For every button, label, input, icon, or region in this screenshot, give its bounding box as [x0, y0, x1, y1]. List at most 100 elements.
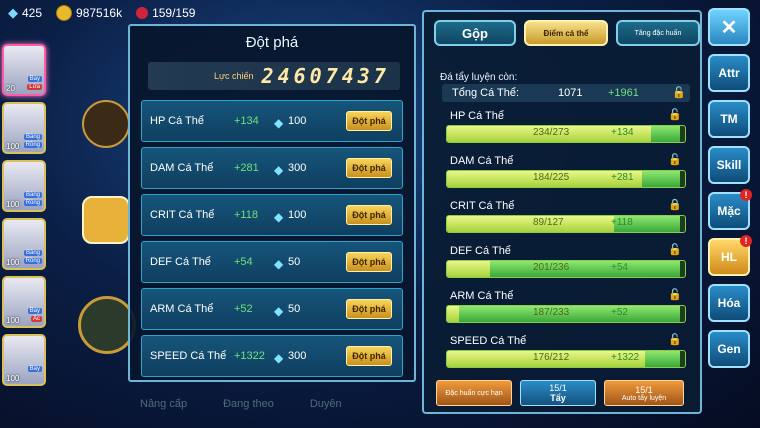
- stat-current: 176/212: [533, 352, 570, 363]
- stat-bonus: +54: [611, 262, 628, 273]
- side-button-label: Attr: [718, 66, 740, 80]
- stat-item: CRIT Cá Thể 🔒 89/127 +118: [440, 198, 690, 243]
- stat-bar: 184/225 +281: [446, 170, 686, 188]
- gold-value: 987516k: [76, 6, 123, 20]
- stat-current: 184/225: [533, 172, 570, 183]
- dialog-title: Đột phá: [245, 34, 299, 51]
- side-button-tm[interactable]: TM: [708, 100, 750, 138]
- close-button[interactable]: ✕: [708, 8, 750, 46]
- type-tag: Lửa: [27, 84, 42, 90]
- gem-counter: ◆ 425: [8, 5, 42, 21]
- auto-wash-label: Auto tẩy luyện: [621, 394, 667, 402]
- side-button-attr[interactable]: Attr: [708, 54, 750, 92]
- stat-delta: +134: [234, 115, 259, 127]
- side-button-skill[interactable]: Skill: [708, 146, 750, 184]
- roster-slot[interactable]: Băng Rồng 100: [2, 102, 46, 154]
- nav-upgrade[interactable]: Nâng cấp: [140, 398, 187, 410]
- stat-name: DEF Cá Thể: [150, 256, 211, 268]
- stat-item: HP Cá Thể 🔓 234/273 +134: [440, 108, 690, 153]
- lock-icon[interactable]: 🔒: [668, 198, 682, 211]
- type-tag: Bay: [27, 76, 42, 82]
- breakthrough-button[interactable]: Đột phá: [346, 252, 392, 272]
- lock-icon[interactable]: 🔓: [668, 288, 682, 301]
- cost-value: 300: [288, 350, 307, 362]
- pet-level: 100: [6, 258, 20, 267]
- total-bonus: +1961: [608, 87, 639, 99]
- lock-icon[interactable]: 🔓: [672, 86, 686, 99]
- roster-slot[interactable]: Bay Lửa 20: [2, 44, 46, 96]
- extreme-training-button[interactable]: Đặc huấn cực hạn: [436, 380, 512, 406]
- stat-name: CRIT Cá Thể: [150, 209, 215, 221]
- stat-bar: 234/273 +134: [446, 125, 686, 143]
- roster-slot[interactable]: Băng Rồng 100: [2, 218, 46, 270]
- breakthrough-button[interactable]: Đột phá: [346, 158, 392, 178]
- cost-value: 100: [288, 209, 307, 221]
- total-value: 1071: [558, 87, 583, 99]
- tab-special-training[interactable]: Tăng đặc huấn: [616, 20, 700, 46]
- nav-bond[interactable]: Duyên: [310, 398, 342, 410]
- type-tag: Ác: [30, 316, 42, 322]
- alert-badge: !: [740, 235, 752, 247]
- side-button-mac[interactable]: Mặc !: [708, 189, 752, 230]
- stat-name: HP Cá Thể: [150, 115, 205, 127]
- power-value: 24607437: [261, 64, 390, 88]
- lock-icon[interactable]: 🔓: [668, 243, 682, 256]
- gold-counter: 987516k: [56, 5, 122, 21]
- gem-value: 425: [22, 6, 43, 20]
- roster-slot[interactable]: Bay 100: [2, 334, 46, 386]
- breakthrough-row: CRIT Cá Thể +118 ◆ 100 Đột phá: [141, 194, 403, 236]
- tab-merge[interactable]: Gộp: [434, 20, 516, 46]
- auto-wash-count: 15/1: [635, 384, 653, 395]
- nav-following[interactable]: Đang theo: [223, 398, 274, 410]
- breakthrough-row: DAM Cá Thể +281 ◆ 300 Đột phá: [141, 147, 403, 189]
- wash-button[interactable]: 15/1 Tẩy: [520, 380, 596, 406]
- diamond-icon: ◆: [274, 350, 284, 365]
- equipment-icon[interactable]: [82, 100, 130, 148]
- bag-icon[interactable]: [82, 196, 130, 244]
- cost-value: 50: [288, 303, 301, 315]
- breakthrough-list: HP Cá Thể +134 ◆ 100 Đột phá DAM Cá Thể …: [130, 100, 414, 377]
- side-button-label: Skill: [716, 158, 742, 172]
- stat-name: DAM Cá Thể: [450, 155, 514, 167]
- combat-power: Lực chiến 24607437: [148, 62, 400, 90]
- stat-delta: +54: [234, 256, 253, 268]
- stat-name: ARM Cá Thể: [150, 303, 214, 315]
- cost-value: 50: [288, 256, 301, 268]
- tab-individual-points[interactable]: Điểm cá thể: [524, 20, 608, 46]
- stat-item: DEF Cá Thể 🔓 201/236 +54: [440, 243, 690, 288]
- type-tag: Băng: [23, 250, 42, 256]
- breakthrough-button[interactable]: Đột phá: [346, 111, 392, 131]
- diamond-icon: ◆: [274, 209, 284, 224]
- alert-badge: !: [740, 189, 752, 201]
- side-nav: ✕ Attr TM Skill Mặc ! HL ! Hóa Gen: [708, 8, 756, 368]
- wash-count: 15/1: [549, 383, 567, 393]
- auto-wash-button[interactable]: 15/1 Auto tẩy luyện: [604, 380, 684, 406]
- total-individual: Tổng Cá Thể: 1071 +1961: [442, 84, 690, 102]
- stat-item: SPEED Cá Thể 🔓 176/212 +1322: [440, 333, 690, 378]
- lock-icon[interactable]: 🔓: [668, 153, 682, 166]
- pet-level: 100: [6, 374, 20, 383]
- breakthrough-button[interactable]: Đột phá: [346, 346, 392, 366]
- lock-icon[interactable]: 🔓: [668, 333, 682, 346]
- stat-name: HP Cá Thể: [450, 110, 505, 122]
- side-button-gen[interactable]: Gen: [708, 330, 750, 368]
- stat-bar: 187/233 +52: [446, 305, 686, 323]
- side-button-hl[interactable]: HL !: [708, 235, 752, 276]
- type-tag: Bay: [27, 366, 42, 372]
- type-tag: Rồng: [23, 142, 42, 148]
- roster-slot[interactable]: Băng Rồng 100: [2, 160, 46, 212]
- roster-slot[interactable]: Bay Ác 100: [2, 276, 46, 328]
- side-button-hoa[interactable]: Hóa: [708, 284, 750, 322]
- stat-bonus: +134: [611, 127, 634, 138]
- lock-icon[interactable]: 🔓: [668, 108, 682, 121]
- current-fill: [447, 216, 614, 232]
- diamond-icon: ◆: [274, 162, 284, 177]
- type-tag: Rồng: [23, 258, 42, 264]
- breakthrough-button[interactable]: Đột phá: [346, 299, 392, 319]
- pet-level: 100: [6, 316, 20, 325]
- stat-delta: +1322: [234, 350, 265, 362]
- section-title: Đá tẩy luyện còn:: [440, 72, 518, 83]
- stamina-icon: [136, 7, 149, 19]
- stat-delta: +281: [234, 162, 259, 174]
- breakthrough-button[interactable]: Đột phá: [346, 205, 392, 225]
